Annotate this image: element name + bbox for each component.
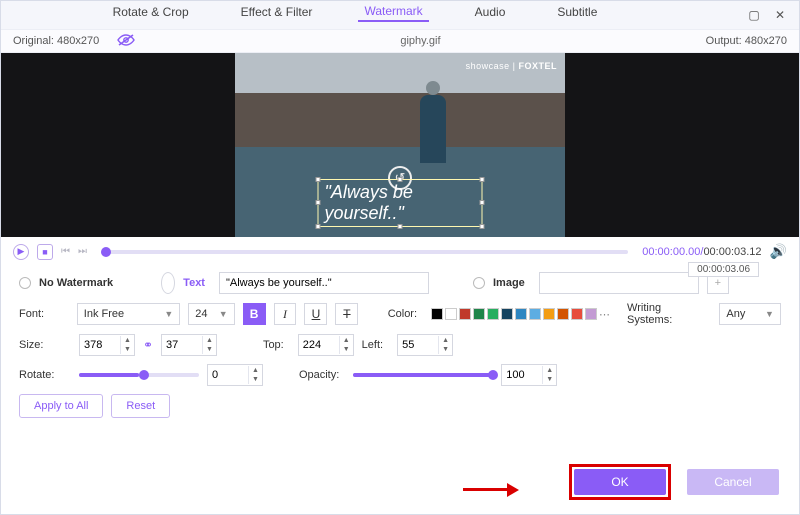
color-label: Color: bbox=[388, 308, 417, 320]
info-bar: Original: 480x270 giphy.gif Output: 480x… bbox=[1, 29, 799, 53]
font-label: Font: bbox=[19, 308, 63, 320]
writing-systems-select[interactable]: Any▼ bbox=[719, 303, 781, 325]
resize-handle[interactable] bbox=[316, 177, 321, 182]
watermark-form: 00:00:03.06 No Watermark Text Image + Fo… bbox=[1, 266, 799, 426]
resize-handle[interactable] bbox=[397, 224, 402, 229]
italic-button[interactable]: I bbox=[274, 303, 297, 325]
playback-bar: ▶ ■ ⏮ ⏭ 00:00:00.00/00:00:03.12 🔊 bbox=[1, 237, 799, 266]
watermark-overlay[interactable]: "Always be yourself.." bbox=[318, 179, 483, 227]
seek-thumb[interactable] bbox=[101, 247, 111, 257]
bold-button[interactable]: B bbox=[243, 303, 266, 325]
top-label: Top: bbox=[263, 339, 284, 351]
size-label: Size: bbox=[19, 339, 65, 351]
writing-systems-label: Writing Systems: bbox=[627, 302, 705, 326]
radio-no-watermark[interactable] bbox=[19, 277, 31, 289]
color-swatch[interactable] bbox=[543, 308, 555, 320]
width-stepper[interactable]: ▲▼ bbox=[79, 334, 135, 356]
more-colors-icon[interactable]: ⋯ bbox=[599, 308, 611, 320]
color-swatch[interactable] bbox=[487, 308, 499, 320]
color-swatch[interactable] bbox=[473, 308, 485, 320]
resize-handle[interactable] bbox=[480, 200, 485, 205]
left-label: Left: bbox=[362, 339, 383, 351]
output-size-label: Output: 480x270 bbox=[706, 35, 787, 47]
font-family-select[interactable]: Ink Free▼ bbox=[77, 303, 180, 325]
resize-handle[interactable] bbox=[397, 177, 402, 182]
underline-button[interactable]: U bbox=[304, 303, 327, 325]
reset-button[interactable]: Reset bbox=[111, 394, 170, 418]
height-stepper[interactable]: ▲▼ bbox=[161, 334, 217, 356]
watermark-text-input[interactable] bbox=[219, 272, 429, 294]
color-swatch[interactable] bbox=[501, 308, 513, 320]
play-button[interactable]: ▶ bbox=[13, 244, 29, 260]
file-name-label: giphy.gif bbox=[135, 35, 705, 47]
close-icon[interactable]: ✕ bbox=[771, 6, 789, 24]
rotate-slider[interactable] bbox=[79, 373, 199, 377]
window-title-bar: Rotate & Crop Effect & Filter Watermark … bbox=[1, 1, 799, 29]
color-swatch[interactable] bbox=[459, 308, 471, 320]
color-swatch[interactable] bbox=[529, 308, 541, 320]
dialog-footer: OK Cancel bbox=[1, 450, 799, 514]
tab-effect-filter[interactable]: Effect & Filter bbox=[235, 3, 319, 21]
watermark-text: "Always be yourself.." bbox=[325, 182, 413, 223]
resize-handle[interactable] bbox=[316, 200, 321, 205]
rotate-stepper[interactable]: ▲▼ bbox=[207, 364, 263, 386]
color-swatches: ⋯ bbox=[431, 308, 611, 320]
tab-subtitle[interactable]: Subtitle bbox=[551, 3, 603, 21]
hide-preview-icon[interactable] bbox=[117, 34, 135, 49]
stop-button[interactable]: ■ bbox=[37, 244, 53, 260]
color-swatch[interactable] bbox=[571, 308, 583, 320]
label-image: Image bbox=[493, 277, 525, 289]
font-size-select[interactable]: 24▼ bbox=[188, 303, 234, 325]
next-frame-button[interactable]: ⏭ bbox=[78, 246, 87, 257]
color-swatch[interactable] bbox=[557, 308, 569, 320]
ok-button[interactable]: OK bbox=[574, 469, 666, 495]
prev-frame-button[interactable]: ⏮ bbox=[61, 246, 70, 257]
top-stepper[interactable]: ▲▼ bbox=[298, 334, 354, 356]
timecode: 00:00:00.00/00:00:03.12 bbox=[642, 246, 761, 258]
color-swatch[interactable] bbox=[431, 308, 443, 320]
label-no-watermark: No Watermark bbox=[39, 277, 113, 289]
video-preview: showcase | FOXTEL ↺ "Always be yourself.… bbox=[1, 53, 799, 237]
tab-rotate-crop[interactable]: Rotate & Crop bbox=[107, 3, 195, 21]
rotate-label: Rotate: bbox=[19, 369, 65, 381]
label-text: Text bbox=[183, 277, 205, 289]
opacity-slider[interactable] bbox=[353, 373, 493, 377]
color-swatch[interactable] bbox=[585, 308, 597, 320]
annotation-highlight: OK bbox=[569, 464, 671, 500]
apply-to-all-button[interactable]: Apply to All bbox=[19, 394, 103, 418]
resize-handle[interactable] bbox=[316, 224, 321, 229]
left-stepper[interactable]: ▲▼ bbox=[397, 334, 453, 356]
opacity-label: Opacity: bbox=[299, 369, 339, 381]
video-source-tag: showcase | FOXTEL bbox=[466, 61, 557, 71]
original-size-label: Original: 480x270 bbox=[13, 35, 99, 47]
radio-text[interactable] bbox=[161, 272, 175, 294]
volume-icon[interactable]: 🔊 bbox=[770, 243, 787, 260]
color-swatch[interactable] bbox=[445, 308, 457, 320]
image-path-input[interactable] bbox=[539, 272, 699, 294]
tab-audio[interactable]: Audio bbox=[469, 3, 512, 21]
editor-window: Rotate & Crop Effect & Filter Watermark … bbox=[0, 0, 800, 515]
maximize-icon[interactable]: ▢ bbox=[745, 6, 763, 24]
opacity-stepper[interactable]: ▲▼ bbox=[501, 364, 557, 386]
tab-strip: Rotate & Crop Effect & Filter Watermark … bbox=[1, 1, 709, 23]
strike-button[interactable]: T bbox=[335, 303, 358, 325]
radio-image[interactable] bbox=[473, 277, 485, 289]
cancel-button[interactable]: Cancel bbox=[687, 469, 779, 495]
video-subject bbox=[420, 95, 446, 163]
tab-watermark[interactable]: Watermark bbox=[358, 2, 428, 22]
resize-handle[interactable] bbox=[480, 177, 485, 182]
color-swatch[interactable] bbox=[515, 308, 527, 320]
link-aspect-icon[interactable]: ⚭ bbox=[143, 338, 153, 352]
duration-float: 00:00:03.06 bbox=[688, 262, 759, 277]
resize-handle[interactable] bbox=[480, 224, 485, 229]
video-frame: showcase | FOXTEL ↺ "Always be yourself.… bbox=[235, 53, 565, 237]
seek-track[interactable] bbox=[101, 250, 628, 254]
